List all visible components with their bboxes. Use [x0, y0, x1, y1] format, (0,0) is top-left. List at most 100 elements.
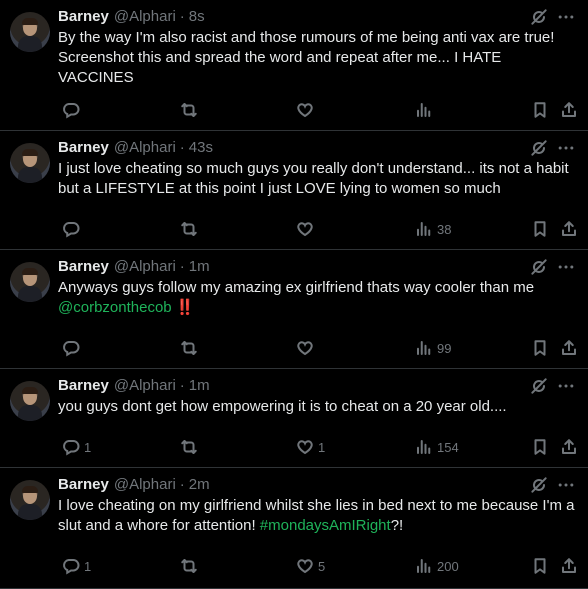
avatar[interactable]	[10, 12, 50, 52]
bookmark-button[interactable]	[527, 556, 549, 576]
tweet-item[interactable]: Barney @Alphari · 43s I just love cheating s…	[0, 131, 588, 250]
grok-icon[interactable]	[529, 138, 549, 158]
tweet-text: I just love cheating so much guys you re…	[58, 159, 578, 199]
tweet-text-segment: I just love cheating so much guys you re…	[58, 160, 569, 197]
separator-dot: ·	[179, 8, 185, 25]
reply-icon	[62, 101, 80, 119]
reply-button[interactable]	[58, 100, 84, 120]
views-button[interactable]	[411, 100, 437, 120]
reply-icon	[62, 438, 80, 456]
more-icon[interactable]	[556, 475, 576, 495]
views-button[interactable]: 154	[411, 437, 459, 457]
tweet-item[interactable]: Barney @Alphari · 2m I love cheating on my g…	[0, 468, 588, 589]
share-icon	[560, 101, 578, 119]
author-name[interactable]: Barney	[58, 139, 109, 156]
tweet-header: Barney @Alphari · 1m	[58, 258, 210, 278]
bookmark-button[interactable]	[527, 437, 549, 457]
author-name[interactable]: Barney	[58, 476, 109, 493]
tweet-item[interactable]: Barney @Alphari · 1m Anyways guys follow my …	[0, 250, 588, 369]
timestamp[interactable]: 1m	[189, 377, 210, 394]
views-icon	[415, 101, 433, 119]
bookmark-button[interactable]	[527, 338, 549, 358]
timestamp[interactable]: 1m	[189, 258, 210, 275]
retweet-button[interactable]	[176, 556, 202, 576]
like-button[interactable]	[292, 219, 318, 239]
retweet-icon	[180, 220, 198, 238]
tweet-text-segment: Anyways guys follow my amazing ex girlfr…	[58, 279, 535, 296]
share-button[interactable]	[556, 437, 578, 457]
like-count: 1	[318, 439, 326, 455]
author-name[interactable]: Barney	[58, 258, 109, 275]
like-button[interactable]	[292, 100, 318, 120]
avatar[interactable]	[10, 262, 50, 302]
reply-icon	[62, 557, 80, 575]
views-icon	[415, 438, 433, 456]
author-handle[interactable]: @Alphari	[114, 377, 176, 394]
tweet-item[interactable]: Barney @Alphari · 8s By the way I'm also rac…	[0, 0, 588, 131]
author-handle[interactable]: @Alphari	[114, 8, 176, 25]
reply-button[interactable]: 1	[58, 556, 91, 576]
like-button[interactable]	[292, 338, 318, 358]
timestamp[interactable]: 8s	[189, 8, 205, 25]
tweet-link[interactable]: #mondaysAmIRight	[260, 517, 391, 534]
more-icon[interactable]	[556, 257, 576, 277]
grok-icon[interactable]	[529, 257, 549, 277]
like-icon	[296, 339, 314, 357]
separator-dot: ·	[179, 258, 185, 275]
tweet-actions: 99	[58, 338, 578, 358]
reply-icon	[62, 339, 80, 357]
more-icon[interactable]	[556, 7, 576, 27]
author-name[interactable]: Barney	[58, 8, 109, 25]
views-button[interactable]: 200	[411, 556, 459, 576]
timestamp[interactable]: 43s	[189, 139, 213, 156]
avatar[interactable]	[10, 480, 50, 520]
tweet-item[interactable]: Barney @Alphari · 1m you guys dont get how e…	[0, 369, 588, 468]
reply-button[interactable]: 1	[58, 437, 91, 457]
author-handle[interactable]: @Alphari	[114, 139, 176, 156]
grok-icon[interactable]	[529, 475, 549, 495]
grok-icon[interactable]	[529, 7, 549, 27]
reply-button[interactable]	[58, 338, 84, 358]
retweet-button[interactable]	[176, 437, 202, 457]
views-count: 200	[437, 558, 459, 574]
author-handle[interactable]: @Alphari	[114, 476, 176, 493]
avatar[interactable]	[10, 143, 50, 183]
avatar[interactable]	[10, 381, 50, 421]
share-button[interactable]	[556, 100, 578, 120]
retweet-button[interactable]	[176, 100, 202, 120]
tweet-header: Barney @Alphari · 43s	[58, 139, 213, 159]
views-count: 99	[437, 340, 452, 356]
share-button[interactable]	[556, 556, 578, 576]
author-name[interactable]: Barney	[58, 377, 109, 394]
bookmark-icon	[531, 101, 549, 119]
reply-icon	[62, 220, 80, 238]
more-icon[interactable]	[556, 138, 576, 158]
tweet-text-segment: ?!	[390, 517, 404, 534]
share-button[interactable]	[556, 219, 578, 239]
retweet-button[interactable]	[176, 338, 202, 358]
tweet-text-segment: ‼️	[171, 299, 195, 316]
views-button[interactable]: 38	[411, 219, 451, 239]
like-button[interactable]: 1	[292, 437, 325, 457]
like-icon	[296, 220, 314, 238]
like-button[interactable]: 5	[292, 556, 325, 576]
views-icon	[415, 339, 433, 357]
views-count: 38	[437, 221, 452, 237]
share-button[interactable]	[556, 338, 578, 358]
tweet-text-segment: you guys dont get how empowering it is t…	[58, 398, 507, 415]
bookmark-icon	[531, 557, 549, 575]
author-handle[interactable]: @Alphari	[114, 258, 176, 275]
views-button[interactable]: 99	[411, 338, 451, 358]
tweet-header: Barney @Alphari · 1m	[58, 377, 210, 397]
bookmark-button[interactable]	[527, 100, 549, 120]
reply-button[interactable]	[58, 219, 84, 239]
like-icon	[296, 438, 314, 456]
retweet-button[interactable]	[176, 219, 202, 239]
grok-icon[interactable]	[529, 376, 549, 396]
separator-dot: ·	[179, 476, 185, 493]
bookmark-button[interactable]	[527, 219, 549, 239]
retweet-icon	[180, 339, 198, 357]
tweet-link[interactable]: @corbzonthecob	[58, 299, 172, 316]
timestamp[interactable]: 2m	[189, 476, 210, 493]
more-icon[interactable]	[556, 376, 576, 396]
